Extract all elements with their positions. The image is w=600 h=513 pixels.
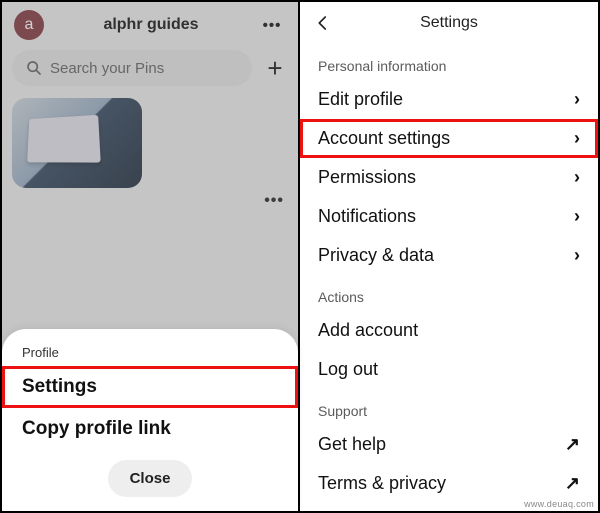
pin-grid: •••	[2, 98, 298, 188]
row-log-out[interactable]: Log out	[300, 350, 598, 389]
sheet-close-wrap: Close	[2, 450, 298, 501]
sheet-section-label: Profile	[2, 345, 298, 366]
profile-header: a alphr guides •••	[2, 2, 298, 46]
sheet-item-copy-link[interactable]: Copy profile link	[2, 408, 298, 450]
sheet-item-settings[interactable]: Settings	[2, 366, 298, 408]
row-privacy-data[interactable]: Privacy & data ›	[300, 236, 598, 275]
pin-more-icon[interactable]: •••	[264, 192, 284, 210]
chevron-right-icon: ›	[574, 206, 580, 227]
row-label: Get help	[318, 434, 386, 455]
section-personal: Personal information	[300, 44, 598, 80]
back-icon[interactable]	[314, 14, 340, 32]
more-icon[interactable]: •••	[258, 17, 286, 34]
row-account-settings[interactable]: Account settings ›	[300, 119, 598, 158]
search-icon	[26, 60, 42, 76]
external-link-icon: ↗	[565, 434, 580, 455]
chevron-right-icon: ›	[574, 128, 580, 149]
search-row: Search your Pins +	[2, 46, 298, 94]
row-notifications[interactable]: Notifications ›	[300, 197, 598, 236]
right-pane: Settings Personal information Edit profi…	[300, 2, 598, 511]
search-placeholder: Search your Pins	[50, 60, 164, 77]
watermark: www.deuaq.com	[524, 499, 594, 509]
close-button[interactable]: Close	[108, 460, 193, 497]
chevron-right-icon: ›	[574, 89, 580, 110]
row-label: Permissions	[318, 167, 416, 188]
chevron-right-icon: ›	[574, 245, 580, 266]
add-icon[interactable]: +	[262, 53, 288, 84]
row-label: Notifications	[318, 206, 416, 227]
action-sheet: Profile Settings Copy profile link Close	[2, 329, 298, 511]
row-label: Add account	[318, 320, 418, 341]
profile-title: alphr guides	[44, 16, 258, 34]
section-actions: Actions	[300, 275, 598, 311]
chevron-right-icon: ›	[574, 167, 580, 188]
row-label: Privacy & data	[318, 245, 434, 266]
pin-thumbnail[interactable]	[12, 98, 142, 188]
row-label: Log out	[318, 359, 378, 380]
row-permissions[interactable]: Permissions ›	[300, 158, 598, 197]
row-add-account[interactable]: Add account	[300, 311, 598, 350]
settings-title: Settings	[340, 14, 558, 32]
avatar[interactable]: a	[14, 10, 44, 40]
row-label: Account settings	[318, 128, 450, 149]
left-pane: a alphr guides ••• Search your Pins + ••…	[2, 2, 300, 511]
section-support: Support	[300, 389, 598, 425]
search-input[interactable]: Search your Pins	[12, 50, 252, 86]
settings-header: Settings	[300, 2, 598, 44]
external-link-icon: ↗	[565, 473, 580, 494]
row-get-help[interactable]: Get help ↗	[300, 425, 598, 464]
row-terms-privacy[interactable]: Terms & privacy ↗	[300, 464, 598, 503]
app-frame: a alphr guides ••• Search your Pins + ••…	[0, 0, 600, 513]
row-label: Terms & privacy	[318, 473, 446, 494]
row-label: Edit profile	[318, 89, 403, 110]
row-edit-profile[interactable]: Edit profile ›	[300, 80, 598, 119]
